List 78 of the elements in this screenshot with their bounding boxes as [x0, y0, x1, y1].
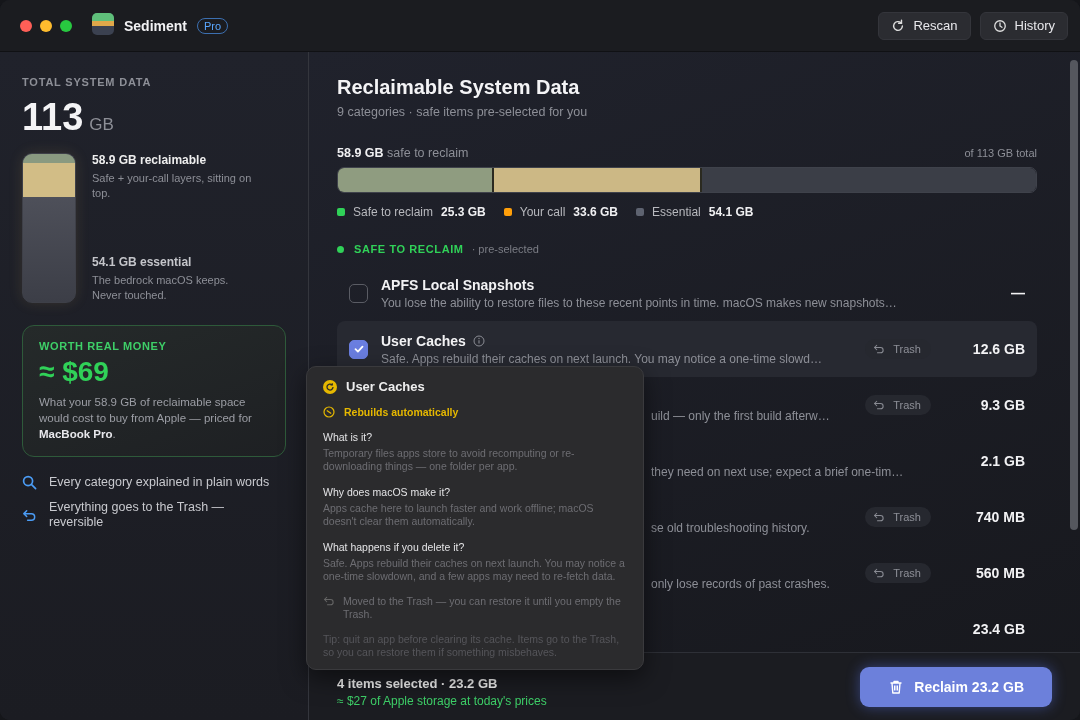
reclaim-button[interactable]: Reclaim 23.2 GB	[860, 666, 1052, 707]
legend-value: 54.1 GB	[708, 205, 754, 219]
rescan-button[interactable]: Rescan	[878, 11, 971, 40]
section-label: SAFE TO RECLAIM	[354, 243, 464, 255]
popover-question: What happens if you delete it?	[323, 541, 466, 553]
total-value: 113	[22, 96, 84, 139]
refresh-badge-icon	[323, 379, 337, 394]
close-button[interactable]	[20, 19, 32, 32]
legend-label: Essential	[652, 205, 701, 219]
selection-summary: 4 items selected · 23.2 GB	[337, 675, 499, 691]
popover-tag: Rebuilds automatically	[344, 406, 459, 418]
legend-description: Safe + your-call layers, sitting on top.	[92, 171, 252, 201]
feature-text: Every category explained in plain words	[49, 475, 271, 490]
popover-note: Moved to the Trash — you can restore it until you empty the Trash.	[343, 595, 622, 621]
legend-title: 54.1 GB essential	[92, 255, 193, 269]
category-title: User Caches	[381, 332, 466, 349]
category-size: —	[1010, 285, 1025, 301]
undo-arrow-icon	[323, 595, 335, 607]
selection-value: ≈ $27 of Apple storage at today's prices	[337, 693, 547, 708]
category-description: se old troubleshooting history.	[651, 520, 811, 535]
category-size: 740 MB	[974, 509, 1025, 525]
feature-text: Everything goes to the Trash — reversible	[49, 500, 226, 530]
section-heading: TOTAL SYSTEM DATA	[22, 76, 153, 88]
minimize-button[interactable]	[40, 19, 52, 32]
category-description: Safe. Apps rebuild their caches on next launch. You may notice a one-time slowd…	[381, 351, 823, 366]
undo-arrow-icon	[873, 399, 886, 411]
legend-value: 33.6 GB	[573, 205, 619, 219]
category-description: only lose records of past crashes.	[651, 576, 831, 591]
undo-arrow-icon	[873, 343, 886, 355]
card-heading: WORTH REAL MONEY	[39, 340, 168, 352]
popover-title: User Caches	[346, 379, 425, 394]
total-text: of 113 GB total	[964, 147, 1037, 159]
category-size: 9.3 GB	[979, 397, 1025, 413]
clock-icon	[992, 18, 1007, 33]
trash-chip: Trash	[865, 507, 931, 527]
legend-description: The bedrock macOS keeps. Never touched.	[92, 273, 230, 303]
page-title: Reclaimable System Data	[337, 76, 581, 99]
checkbox[interactable]	[349, 283, 368, 303]
category-description: uild — only the first build afterw…	[651, 408, 831, 423]
popover-answer: Temporary files apps store to avoid recomputing or re-downloading things — one folder per app.	[323, 447, 576, 473]
money-amount: ≈ $69	[39, 356, 110, 388]
refresh-icon	[891, 18, 906, 33]
zoom-button[interactable]	[60, 19, 72, 32]
undo-arrow-icon	[22, 507, 37, 523]
legend-value: 25.3 GB	[441, 205, 486, 219]
search-icon	[22, 475, 37, 490]
checkmark-icon	[352, 343, 365, 355]
checkbox[interactable]	[349, 339, 368, 359]
section-note: · pre-selected	[471, 243, 539, 255]
page-subtitle: 9 categories · safe items pre-selected for you	[337, 105, 589, 119]
legend-label: Your call	[519, 205, 566, 219]
trash-chip: Trash	[865, 395, 931, 415]
category-description: You lose the ability to restore files to these recent points in time. macOS makes new snapshots…	[381, 295, 898, 310]
popover-answer: Apps cache here to launch faster and work offline; macOS doesn't clear them automatically.	[323, 502, 595, 528]
popover-question: Why does macOS make it?	[323, 486, 452, 498]
undo-arrow-icon	[873, 511, 886, 523]
card-description: What your 58.9 GB of reclaimable space would cost to buy from Apple — priced for MacBook Pro.	[39, 395, 253, 442]
legend-title: 58.9 GB reclaimable	[92, 153, 208, 167]
app-title: Sediment	[124, 17, 187, 34]
category-row[interactable]: User Caches Safe. Apps rebuild their caches on next launch. You may notice a one-time slowd… Trash 12.6 GB	[337, 321, 1037, 377]
info-icon[interactable]	[472, 334, 485, 347]
undo-arrow-icon	[873, 567, 886, 579]
category-title: APFS Local Snapshots	[381, 276, 535, 293]
history-button[interactable]: History	[979, 11, 1068, 40]
popover-question: What is it?	[323, 431, 373, 443]
popover-answer: Safe. Apps rebuild their caches on next launch. You may notice a one-time slowdown, and a few apps may need to re-fetch data.	[323, 557, 626, 583]
category-size: 12.6 GB	[971, 341, 1025, 357]
category-size: 2.1 GB	[979, 453, 1025, 469]
summary-text: 58.9 GB safe to reclaim	[337, 146, 469, 160]
category-description: they need on next use; expect a brief one-tim…	[651, 464, 905, 479]
rebuild-icon	[323, 406, 335, 418]
category-row[interactable]: APFS Local Snapshots You lose the ability to restore files to these recent points in time. macOS makes new snapshots… —	[337, 265, 1037, 321]
legend-label: Safe to reclaim	[353, 205, 434, 219]
total-unit: GB	[89, 115, 114, 135]
trash-icon	[888, 678, 905, 695]
trash-chip: Trash	[865, 563, 931, 583]
category-size: 560 MB	[974, 565, 1025, 581]
scrollbar-thumb[interactable]	[1070, 60, 1078, 530]
